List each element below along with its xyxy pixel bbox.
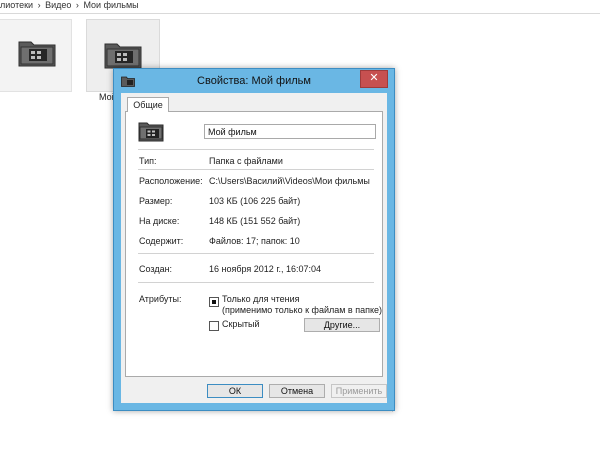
attributes-label: Атрибуты: bbox=[139, 294, 182, 304]
film-folder-icon bbox=[104, 43, 142, 69]
breadcrumb-separator: › bbox=[75, 0, 79, 10]
type-value: Папка с файлами bbox=[209, 156, 283, 166]
dialog-title: Свойства: Мой фильм bbox=[197, 75, 311, 87]
cancel-button[interactable]: Отмена bbox=[269, 384, 325, 398]
breadcrumb-separator: › bbox=[37, 0, 41, 10]
separator bbox=[138, 149, 374, 150]
separator bbox=[138, 282, 374, 283]
film-folder-icon bbox=[138, 122, 164, 142]
apply-button[interactable]: Применить bbox=[331, 384, 387, 398]
breadcrumb-part[interactable]: Мои фильмы bbox=[83, 0, 138, 10]
tab-panel-general: Тип: Папка с файлами Расположение: C:\Us… bbox=[125, 111, 383, 377]
folder-name-input[interactable] bbox=[204, 124, 376, 139]
properties-dialog: Свойства: Мой фильм ✕ Общие Тип: Папка с… bbox=[113, 68, 395, 411]
location-value: C:\Users\Василий\Videos\Мои фильмы bbox=[209, 176, 370, 186]
size-value: 103 КБ (106 225 байт) bbox=[209, 196, 301, 206]
close-button[interactable]: ✕ bbox=[360, 70, 388, 88]
contains-label: Содержит: bbox=[139, 236, 184, 246]
ok-button[interactable]: ОК bbox=[207, 384, 263, 398]
breadcrumb-part[interactable]: Видео bbox=[45, 0, 71, 10]
dialog-client: Общие Тип: Папка с файлами Расположение:… bbox=[121, 93, 387, 403]
other-attributes-button[interactable]: Другие... bbox=[304, 318, 380, 332]
disk-size-value: 148 КБ (151 552 байт) bbox=[209, 216, 301, 226]
film-folder-icon bbox=[18, 41, 56, 67]
readonly-label[interactable]: Только для чтения bbox=[222, 294, 300, 304]
size-label: Размер: bbox=[139, 196, 173, 206]
location-label: Расположение: bbox=[139, 176, 203, 186]
breadcrumb-part[interactable]: лиотеки bbox=[0, 0, 33, 10]
folder-tile[interactable] bbox=[0, 19, 72, 92]
created-label: Создан: bbox=[139, 264, 173, 274]
separator bbox=[138, 253, 374, 254]
contains-value: Файлов: 17; папок: 10 bbox=[209, 236, 300, 246]
address-bar[interactable]: лиотеки › Видео › Мои фильмы bbox=[0, 0, 600, 14]
tab-general[interactable]: Общие bbox=[127, 97, 169, 112]
separator bbox=[138, 169, 374, 170]
created-value: 16 ноября 2012 г., 16:07:04 bbox=[209, 264, 322, 274]
type-label: Тип: bbox=[139, 156, 157, 166]
readonly-note: (применимо только к файлам в папке) bbox=[222, 305, 382, 315]
title-bar[interactable]: Свойства: Мой фильм ✕ bbox=[114, 69, 394, 93]
hidden-checkbox[interactable] bbox=[209, 321, 219, 331]
readonly-checkbox[interactable] bbox=[209, 297, 219, 307]
disk-size-label: На диске: bbox=[139, 216, 180, 226]
hidden-label[interactable]: Скрытый bbox=[222, 319, 260, 329]
